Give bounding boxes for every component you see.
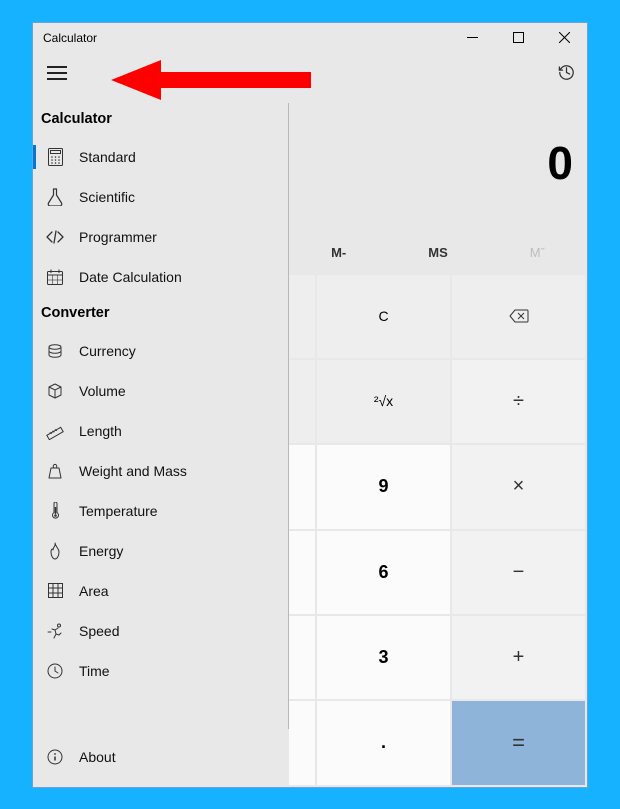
ruler-icon [45,421,65,441]
nav-label: Currency [79,343,136,359]
nav-label: Date Calculation [79,269,182,285]
nav-label: Speed [79,623,119,639]
nav-label: Time [79,663,110,679]
result-display: 0 [289,93,587,233]
nav-label: Weight and Mass [79,463,187,479]
flame-icon [45,541,65,561]
window-title: Calculator [43,31,97,45]
memory-store-button[interactable]: MS [388,245,487,260]
key-partial[interactable] [289,360,315,443]
key-6[interactable]: 6 [317,531,450,614]
minimize-button[interactable] [449,23,495,53]
content-area: Calculator Standard Scientific [33,93,587,787]
info-icon [45,747,65,767]
nav-item-volume[interactable]: Volume [33,371,288,411]
weight-icon [45,461,65,481]
currency-icon [45,341,65,361]
key-multiply[interactable]: × [452,445,585,528]
nav-label: Area [79,583,109,599]
calculator-window: Calculator [32,22,588,788]
key-clear[interactable]: C [317,275,450,358]
cube-icon [45,381,65,401]
close-button[interactable] [541,23,587,53]
nav-item-about[interactable]: About [33,737,289,777]
section-header-converter: Converter [33,297,288,331]
nav-item-area[interactable]: Area [33,571,288,611]
maximize-button[interactable] [495,23,541,53]
key-square-root[interactable]: ²√x [317,360,450,443]
nav-item-standard[interactable]: Standard [33,137,288,177]
history-button[interactable] [555,62,577,84]
clock-icon [45,661,65,681]
key-add[interactable]: + [452,616,585,699]
thermometer-icon [45,501,65,521]
memory-dropdown-button[interactable]: Mˇ [488,245,587,260]
nav-label: Temperature [79,503,158,519]
hamburger-icon[interactable] [47,66,67,80]
calendar-icon [45,267,65,287]
memory-row: M- MS Mˇ [289,233,587,273]
grid-icon [45,581,65,601]
key-backspace[interactable] [452,275,585,358]
nav-label: Scientific [79,189,135,205]
running-icon [45,621,65,641]
titlebar: Calculator [33,23,587,53]
key-partial[interactable] [289,275,315,358]
key-3[interactable]: 3 [317,616,450,699]
nav-item-scientific[interactable]: Scientific [33,177,288,217]
nav-label: About [79,749,116,765]
flask-icon [45,187,65,207]
key-subtract[interactable]: − [452,531,585,614]
section-header-calculator: Calculator [33,103,288,137]
key-partial[interactable] [289,445,315,528]
nav-item-programmer[interactable]: Programmer [33,217,288,257]
nav-item-time[interactable]: Time [33,651,288,691]
key-9[interactable]: 9 [317,445,450,528]
nav-label: Programmer [79,229,157,245]
memory-minus-button[interactable]: M- [289,245,388,260]
key-partial[interactable] [289,616,315,699]
result-value: 0 [547,136,573,190]
calculator-panel: 0 M- MS Mˇ C ²√x ÷ 9 × [289,93,587,787]
toolbar [33,53,587,93]
key-partial[interactable] [289,701,315,784]
nav-item-date-calculation[interactable]: Date Calculation [33,257,288,297]
key-decimal[interactable]: . [317,701,450,784]
nav-item-speed[interactable]: Speed [33,611,288,651]
nav-item-temperature[interactable]: Temperature [33,491,288,531]
nav-item-currency[interactable]: Currency [33,331,288,371]
calculator-icon [45,147,65,167]
nav-item-weight-and-mass[interactable]: Weight and Mass [33,451,288,491]
nav-label: Volume [79,383,126,399]
backspace-icon [509,309,529,323]
key-divide[interactable]: ÷ [452,360,585,443]
nav-label: Length [79,423,122,439]
key-equals[interactable]: = [452,701,585,784]
key-partial[interactable] [289,531,315,614]
nav-label: Energy [79,543,123,559]
navigation-sidebar: Calculator Standard Scientific [33,93,289,787]
nav-item-length[interactable]: Length [33,411,288,451]
code-icon [45,227,65,247]
nav-item-energy[interactable]: Energy [33,531,288,571]
keypad: C ²√x ÷ 9 × 6 − 3 + [289,273,587,787]
history-icon [557,63,576,82]
nav-label: Standard [79,149,136,165]
